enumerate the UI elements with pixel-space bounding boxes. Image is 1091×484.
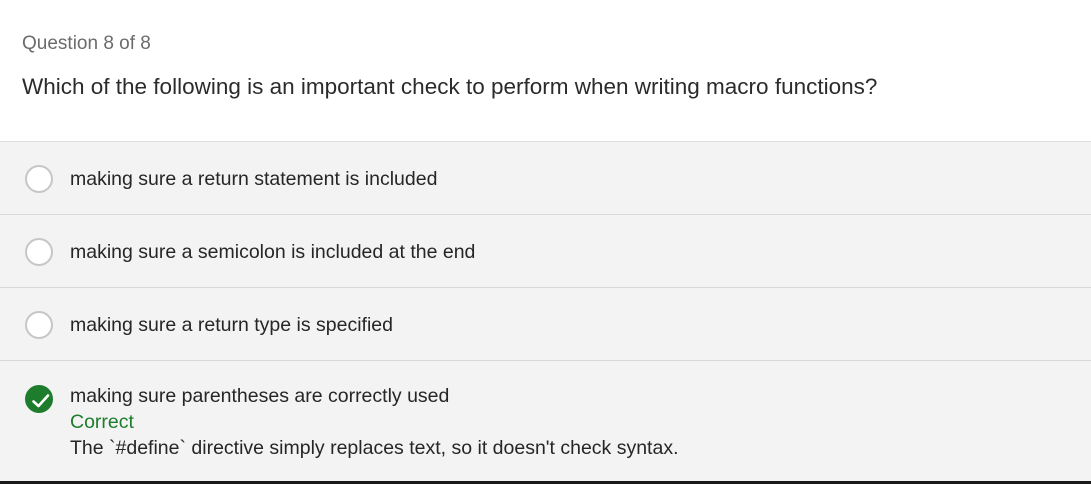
question-text: Which of the following is an important c… — [22, 74, 878, 99]
option-label: making sure parentheses are correctly us… — [70, 385, 450, 407]
check-icon[interactable] — [25, 385, 53, 413]
answer-options: making sure a return statement is includ… — [0, 141, 1091, 482]
question-counter: Question 8 of 8 — [22, 33, 151, 54]
feedback-explanation: The `#define` directive simply replaces … — [70, 437, 679, 459]
radio-button[interactable] — [25, 238, 53, 266]
check-mark — [32, 394, 50, 408]
option-3[interactable]: making sure a return type is specified — [0, 288, 1091, 361]
question-header: Question 8 of 8 Which of the following i… — [0, 0, 1091, 141]
feedback-status: Correct — [70, 411, 134, 433]
option-2[interactable]: making sure a semicolon is included at t… — [0, 215, 1091, 288]
radio-button[interactable] — [25, 311, 53, 339]
option-4[interactable]: making sure parentheses are correctly us… — [0, 361, 1091, 482]
option-label: making sure a return type is specified — [70, 314, 393, 336]
option-label: making sure a return statement is includ… — [70, 168, 438, 190]
option-1[interactable]: making sure a return statement is includ… — [0, 142, 1091, 215]
radio-button[interactable] — [25, 165, 53, 193]
option-label: making sure a semicolon is included at t… — [70, 241, 476, 263]
